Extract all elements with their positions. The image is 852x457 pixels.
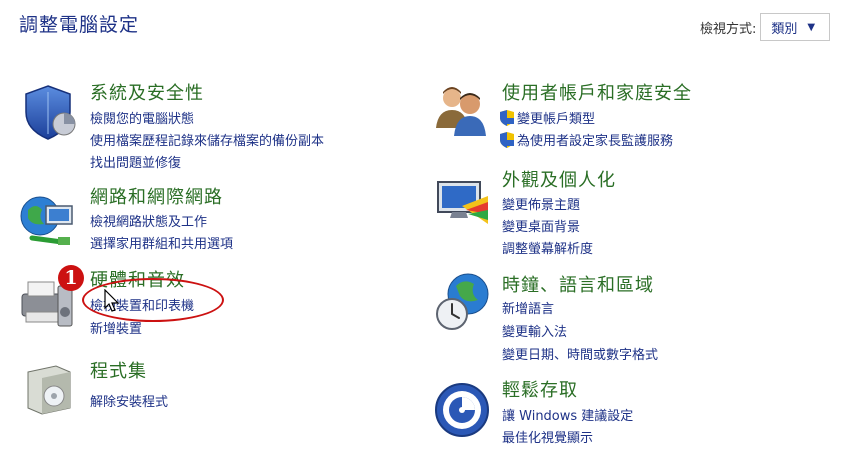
link-review-status[interactable]: 檢閱您的電腦狀態	[90, 108, 194, 127]
category-title-ease-of-access[interactable]: 輕鬆存取	[502, 376, 578, 402]
view-by-control: 檢視方式: 類別 ▼	[700, 13, 831, 41]
category-title-clock-language[interactable]: 時鐘、語言和區域	[502, 271, 654, 297]
link-screen-resolution[interactable]: 調整螢幕解析度	[502, 238, 593, 257]
category-title-network[interactable]: 網路和網際網路	[90, 183, 223, 209]
uac-shield-icon	[500, 131, 514, 148]
link-uninstall[interactable]: 解除安裝程式	[90, 391, 168, 410]
uac-shield-icon	[500, 109, 514, 126]
step-marker: 1	[58, 265, 84, 291]
link-homegroup[interactable]: 選擇家用群組和共用選項	[90, 233, 233, 252]
page-title: 調整電腦設定	[19, 14, 140, 36]
category-title-user-accounts[interactable]: 使用者帳戶和家庭安全	[502, 79, 692, 105]
monitor-palette-icon[interactable]	[432, 174, 492, 234]
shield-icon[interactable]	[18, 82, 78, 142]
ease-of-access-icon[interactable]	[432, 380, 492, 440]
category-title-programs[interactable]: 程式集	[90, 357, 147, 383]
clock-globe-icon[interactable]	[432, 272, 492, 332]
link-troubleshoot[interactable]: 找出問題並修復	[90, 152, 181, 171]
category-title-appearance[interactable]: 外觀及個人化	[502, 166, 616, 192]
link-date-time-format[interactable]: 變更日期、時間或數字格式	[502, 344, 658, 363]
link-parental-controls-label: 為使用者設定家長監護服務	[517, 134, 674, 149]
link-change-theme[interactable]: 變更佈景主題	[502, 194, 580, 213]
link-file-history[interactable]: 使用檔案歷程記錄來儲存檔案的備份副本	[90, 130, 324, 149]
view-by-label: 檢視方式:	[700, 21, 757, 37]
link-change-account-type-label: 變更帳戶類型	[517, 112, 596, 127]
link-parental-controls[interactable]: 為使用者設定家長監護服務	[500, 130, 673, 149]
view-by-value: 類別	[771, 21, 798, 37]
link-change-background[interactable]: 變更桌面背景	[502, 216, 580, 235]
users-icon[interactable]	[430, 80, 490, 140]
mouse-cursor-icon	[104, 289, 120, 312]
link-change-account-type[interactable]: 變更帳戶類型	[500, 108, 595, 127]
view-by-dropdown[interactable]: 類別 ▼	[760, 13, 831, 41]
category-title-system-security[interactable]: 系統及安全性	[90, 79, 204, 105]
chevron-down-icon: ▼	[807, 21, 816, 33]
network-globe-icon[interactable]	[18, 190, 78, 250]
programs-box-icon[interactable]	[18, 358, 78, 418]
link-network-status[interactable]: 檢視網路狀態及工作	[90, 211, 207, 230]
link-add-language[interactable]: 新增語言	[502, 298, 554, 317]
link-windows-suggest[interactable]: 讓 Windows 建議設定	[502, 405, 633, 424]
link-optimize-visual[interactable]: 最佳化視覺顯示	[502, 427, 593, 446]
link-change-input[interactable]: 變更輸入法	[502, 321, 567, 340]
